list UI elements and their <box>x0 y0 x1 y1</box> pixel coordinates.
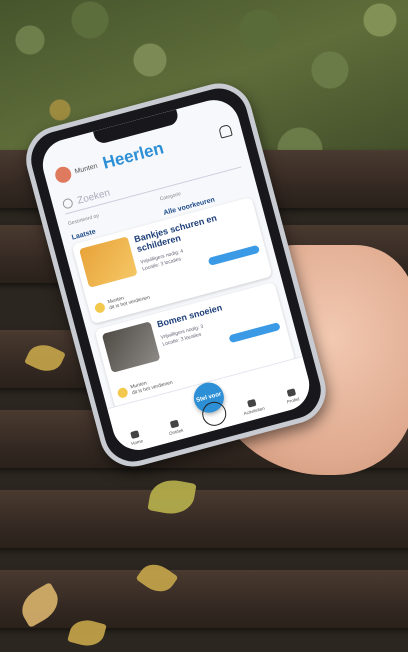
profile-icon <box>286 388 296 398</box>
search-icon <box>61 197 74 210</box>
owner-avatar <box>93 301 107 314</box>
brand-label: Munten <box>73 162 99 176</box>
tab-discover[interactable]: Ontdek <box>161 417 190 437</box>
activity-image <box>79 236 138 288</box>
tab-activities-label: Activiteiten <box>243 405 266 417</box>
tab-discover-label: Ontdek <box>168 427 184 437</box>
tab-home-label: Home <box>130 438 144 447</box>
activity-image <box>101 321 161 373</box>
discover-icon <box>169 419 179 429</box>
munten-logo-icon <box>53 164 74 185</box>
bench-plank <box>0 490 408 548</box>
activities-icon <box>247 398 257 408</box>
search-placeholder: Zoeken <box>76 187 112 207</box>
bell-icon[interactable] <box>218 123 233 139</box>
owner-avatar <box>116 386 129 399</box>
activity-owner: Munten dit is het verdienen <box>93 289 151 315</box>
tab-profile[interactable]: Profiel <box>278 386 307 406</box>
tab-activities[interactable]: Activiteiten <box>239 396 268 416</box>
bench-plank <box>0 570 408 628</box>
tab-home[interactable]: Home <box>122 428 151 448</box>
home-icon <box>130 430 140 439</box>
tab-profile-label: Profiel <box>286 396 301 405</box>
